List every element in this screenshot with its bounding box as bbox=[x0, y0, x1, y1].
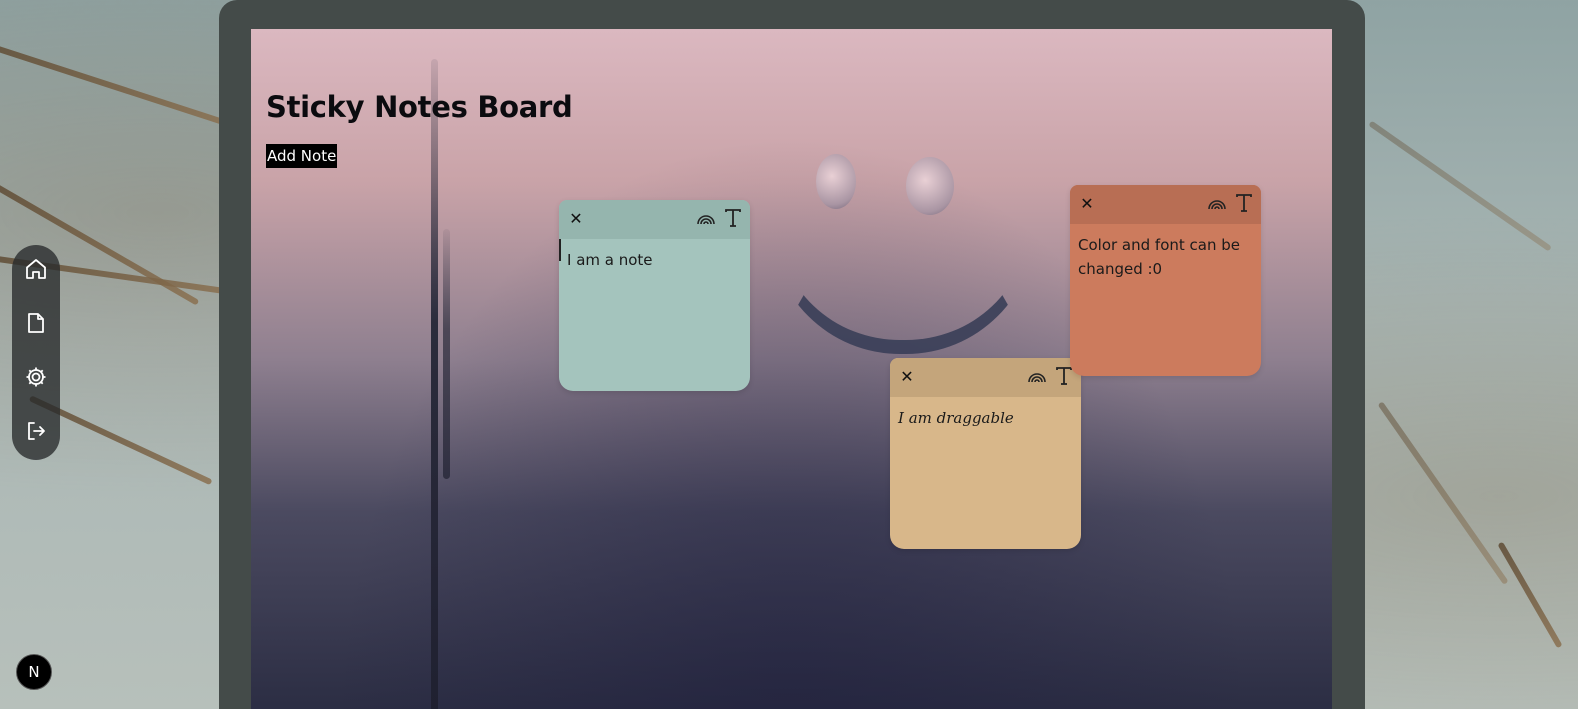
note-text[interactable]: I am draggable bbox=[898, 406, 1073, 541]
gear-icon[interactable] bbox=[24, 365, 48, 389]
close-icon[interactable]: ✕ bbox=[567, 210, 585, 228]
close-icon[interactable]: ✕ bbox=[1078, 195, 1096, 213]
rainbow-icon[interactable] bbox=[696, 209, 716, 229]
window-drip-decoration bbox=[443, 229, 450, 479]
note-text[interactable]: I am a note bbox=[567, 248, 742, 383]
sticky-note[interactable]: ✕ I am draggable bbox=[890, 358, 1081, 549]
rainbow-icon[interactable] bbox=[1207, 194, 1227, 214]
page-title: Sticky Notes Board bbox=[266, 90, 573, 124]
file-icon[interactable] bbox=[24, 311, 48, 335]
close-icon[interactable]: ✕ bbox=[898, 368, 916, 386]
sidebar bbox=[12, 245, 60, 460]
branch-decoration bbox=[1497, 541, 1563, 649]
sticky-note[interactable]: ✕ I am a note bbox=[559, 200, 750, 391]
rainbow-icon[interactable] bbox=[1027, 367, 1047, 387]
note-header[interactable]: ✕ bbox=[559, 200, 750, 239]
logout-icon[interactable] bbox=[24, 419, 48, 443]
text-icon[interactable] bbox=[1234, 192, 1254, 214]
branch-decoration bbox=[1377, 401, 1509, 585]
sticky-note[interactable]: ✕ Color and font can be changed :0 bbox=[1070, 185, 1261, 376]
text-caret bbox=[559, 239, 561, 261]
note-text[interactable]: Color and font can be changed :0 bbox=[1078, 233, 1253, 368]
note-header[interactable]: ✕ bbox=[890, 358, 1081, 397]
branch-decoration bbox=[1368, 120, 1552, 252]
window-drip-decoration bbox=[431, 59, 438, 709]
nextjs-badge[interactable]: N bbox=[16, 654, 52, 690]
home-icon[interactable] bbox=[24, 257, 48, 281]
text-icon[interactable] bbox=[723, 207, 743, 229]
note-header[interactable]: ✕ bbox=[1070, 185, 1261, 224]
branch-decoration bbox=[0, 40, 229, 127]
add-note-button[interactable]: Add Note bbox=[266, 144, 338, 168]
